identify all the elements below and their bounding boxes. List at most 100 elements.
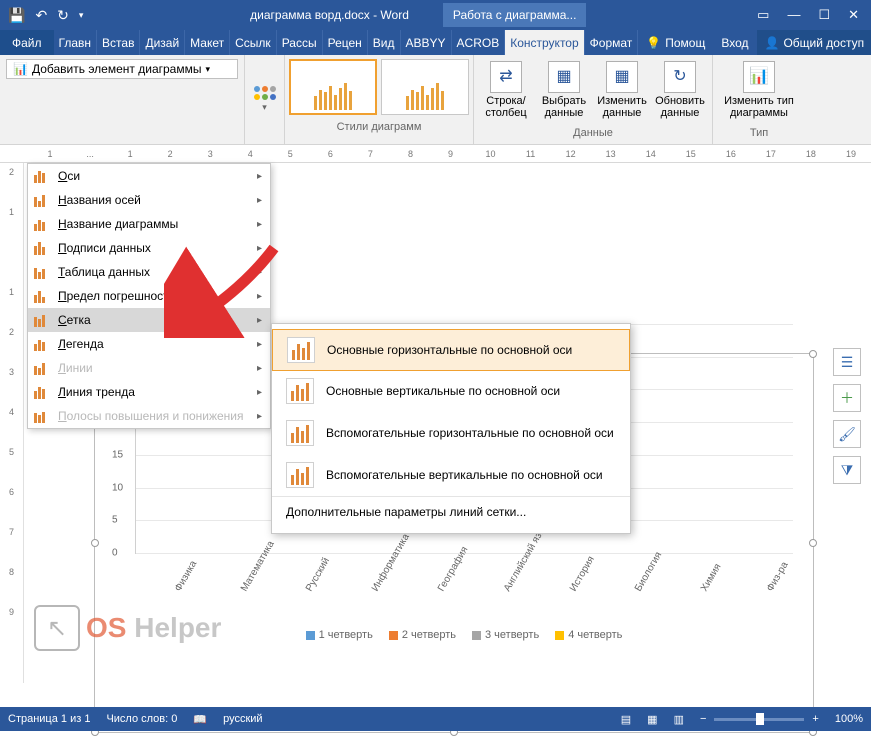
tab-review[interactable]: Рецен [323,30,368,55]
bars-icon [34,313,50,327]
chevron-right-icon: ▸ [257,291,262,302]
submenu-item-1[interactable]: Основные вертикальные по основной оси [272,370,630,412]
submenu-item-2[interactable]: Вспомогательные горизонтальные по основн… [272,412,630,454]
document-title: диаграмма ворд.docx - Word [250,8,409,22]
tab-file[interactable]: Файл [0,30,54,55]
menu-item-7[interactable]: Легенда▸ [28,332,270,356]
maximize-icon[interactable]: ☐ [818,7,830,23]
menu-item-5[interactable]: Предел погрешностей▸ [28,284,270,308]
menu-item-2[interactable]: Название диаграммы▸ [28,212,270,236]
chart-elements-icon[interactable]: ＋ [833,384,861,412]
tab-acrobat[interactable]: ACROB [452,30,506,55]
tab-format[interactable]: Формат [585,30,639,55]
bars-icon [34,241,50,255]
menu-item-3[interactable]: Подписи данных▸ [28,236,270,260]
submenu-item-3[interactable]: Вспомогательные вертикальные по основной… [272,454,630,496]
chart-x-labels: ФизикаМатематикаРусскийИнформатикаГеогра… [135,554,793,571]
chevron-right-icon: ▸ [257,387,262,398]
change-colors-button[interactable]: ▾ [245,55,285,144]
print-layout-icon[interactable]: ▦ [647,713,657,726]
vertical-ruler[interactable]: 21123456789 [0,163,24,683]
zoom-slider[interactable] [714,718,804,721]
ribbon: 📊 Добавить элемент диаграммы ▾ ▾ Стили д… [0,55,871,145]
edit-data-button[interactable]: ▦Изменить данные [594,59,650,121]
zoom-in-icon[interactable]: + [812,713,818,725]
submenu-more-options[interactable]: Дополнительные параметры линий сетки... [272,496,630,527]
grid-icon [286,378,314,404]
legend-item[interactable]: 2 четверть [389,629,456,641]
grid-icon [286,462,314,488]
chart-styles-icon[interactable]: 🖌 [833,420,861,448]
chevron-right-icon: ▸ [257,267,262,278]
zoom-level[interactable]: 100% [835,713,863,725]
page-indicator[interactable]: Страница 1 из 1 [8,713,90,725]
share-icon: 👤 [765,36,780,50]
save-icon[interactable]: 💾 [8,7,25,24]
tab-signin[interactable]: Вход [713,30,756,55]
submenu-item-0[interactable]: Основные горизонтальные по основной оси [272,329,630,371]
tab-help[interactable]: 💡Помощ [638,30,713,55]
legend-item[interactable]: 4 четверть [555,629,622,641]
bars-icon [34,265,50,279]
tab-share[interactable]: 👤Общий доступ [757,30,871,55]
context-tab: Работа с диаграмма... [443,3,587,27]
bars-icon [34,361,50,375]
chevron-down-icon: ▾ [205,64,210,75]
style-thumb-2[interactable] [381,59,469,115]
chart-filter-icon[interactable]: ⧩ [833,456,861,484]
chevron-right-icon: ▸ [257,171,262,182]
tab-layout[interactable]: Макет [185,30,230,55]
word-count[interactable]: Число слов: 0 [106,713,177,725]
chart-styles-gallery[interactable] [289,59,469,115]
qat-dropdown-icon[interactable]: ▾ [79,10,84,21]
style-thumb-1[interactable] [289,59,377,115]
table-icon: ▦ [548,61,580,93]
undo-icon[interactable]: ↶ [35,7,47,24]
zoom-out-icon[interactable]: − [700,713,706,725]
legend-item[interactable]: 1 четверть [306,629,373,641]
edit-icon: ▦ [606,61,638,93]
legend-item[interactable]: 3 четверть [472,629,539,641]
tab-insert[interactable]: Встав [97,30,140,55]
document-area: 21123456789 Оси▸Названия осей▸Название д… [0,163,871,683]
chevron-right-icon: ▸ [257,411,262,422]
web-layout-icon[interactable]: ▥ [674,713,684,726]
select-data-button[interactable]: ▦Выбрать данные [536,59,592,121]
tab-home[interactable]: Главн [54,30,98,55]
tab-mail[interactable]: Рассы [277,30,323,55]
chevron-right-icon: ▸ [257,219,262,230]
zoom-control[interactable]: − + [700,713,819,725]
chevron-right-icon: ▸ [257,339,262,350]
tab-view[interactable]: Вид [368,30,401,55]
change-chart-type-button[interactable]: 📊Изменить тип диаграммы [717,59,801,121]
read-mode-icon[interactable]: ▤ [621,713,631,726]
chart-legend[interactable]: 1 четверть 2 четверть 3 четверть 4 четверть [135,571,793,641]
menu-item-4[interactable]: Таблица данных▸ [28,260,270,284]
tab-constructor[interactable]: Конструктор [505,30,584,55]
menu-item-8: Линии▸ [28,356,270,380]
minimize-icon[interactable]: — [787,7,800,23]
redo-icon[interactable]: ↻ [57,7,69,24]
menu-item-9[interactable]: Линия тренда▸ [28,380,270,404]
horizontal-ruler[interactable]: 1...12345678910111213141516171819 [0,145,871,163]
tab-design[interactable]: Дизай [140,30,185,55]
ribbon-options-icon[interactable]: ▭ [757,7,769,23]
bars-icon [34,193,50,207]
refresh-data-button[interactable]: ↻Обновить данные [652,59,708,121]
chart-layout-icon[interactable]: ☰ [833,348,861,376]
chevron-right-icon: ▸ [257,363,262,374]
language-indicator[interactable]: русский [223,713,262,725]
add-chart-element-button[interactable]: 📊 Добавить элемент диаграммы ▾ [6,59,238,79]
add-element-menu: Оси▸Названия осей▸Название диаграммы▸Под… [27,163,271,429]
grid-icon [287,337,315,363]
bar-chart-icon: 📊 [743,61,775,93]
close-icon[interactable]: ✕ [848,7,859,23]
proofing-icon[interactable]: 📖 [193,713,207,726]
watermark: ↖ OS Helper [34,605,221,651]
tab-refs[interactable]: Ссылк [230,30,277,55]
switch-row-column-button[interactable]: ⇄Строка/ столбец [478,59,534,121]
tab-abbyy[interactable]: ABBYY [401,30,452,55]
menu-item-0[interactable]: Оси▸ [28,164,270,188]
menu-item-1[interactable]: Названия осей▸ [28,188,270,212]
menu-item-6[interactable]: Сетка▸ [28,308,270,332]
